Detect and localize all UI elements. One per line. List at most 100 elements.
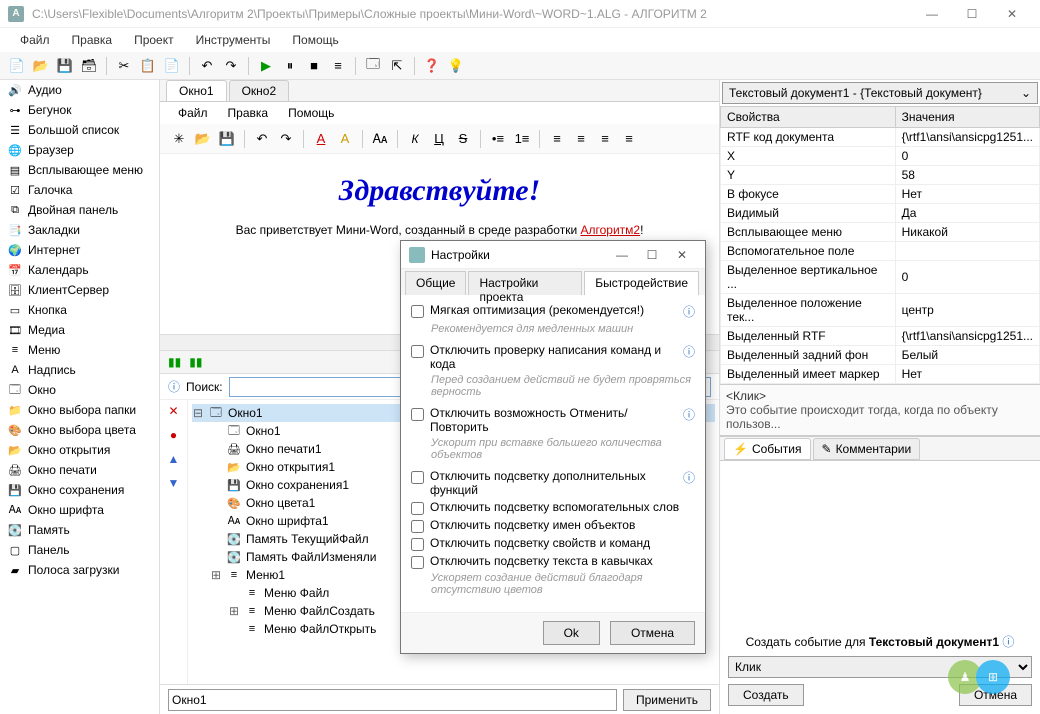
palette-item[interactable]: 🗄КлиентСервер xyxy=(0,280,159,300)
option-checkbox[interactable] xyxy=(411,305,424,318)
prop-value[interactable]: центр xyxy=(895,294,1039,327)
doc-new-icon[interactable]: ✳ xyxy=(168,128,190,150)
marker-icon-2[interactable]: ▮▮ xyxy=(189,355,202,369)
palette-item[interactable]: AНадпись xyxy=(0,360,159,380)
palette-item[interactable]: 💾Окно сохранения xyxy=(0,480,159,500)
help-icon[interactable]: ⓘ xyxy=(683,469,695,486)
paste-icon[interactable]: 📄 xyxy=(161,55,183,77)
dialog-maximize-button[interactable]: ☐ xyxy=(637,248,667,262)
palette-item[interactable]: 🎨Окно выбора цвета xyxy=(0,420,159,440)
property-row[interactable]: X0 xyxy=(721,147,1040,166)
option-checkbox[interactable] xyxy=(411,408,424,421)
list-icon[interactable]: ≡ xyxy=(327,55,349,77)
help-icon[interactable]: ❓ xyxy=(421,55,443,77)
option-checkbox[interactable] xyxy=(411,538,424,551)
tab-comments[interactable]: ✎Комментарии xyxy=(813,438,921,460)
menu-Проект[interactable]: Проект xyxy=(124,31,184,49)
prop-value[interactable]: Нет xyxy=(895,185,1039,204)
palette-item[interactable]: 🖨Окно печати xyxy=(0,460,159,480)
option-checkbox[interactable] xyxy=(411,471,424,484)
prop-value[interactable]: {\rtf1\ansi\ansicpg1251... xyxy=(895,128,1039,147)
expand-icon[interactable]: ⊟ xyxy=(192,406,204,420)
option-checkbox[interactable] xyxy=(411,502,424,515)
prop-value[interactable]: {\rtf1\ansi\ansicpg1251... xyxy=(895,327,1039,346)
property-row[interactable]: Выделенный задний фонБелый xyxy=(721,346,1040,365)
option-checkbox[interactable] xyxy=(411,556,424,569)
align-right-icon[interactable]: ≡ xyxy=(594,128,616,150)
object-selector-combo[interactable]: Текстовый документ1 - {Текстовый докумен… xyxy=(722,82,1038,104)
dialog-tab-general[interactable]: Общие xyxy=(405,271,466,295)
property-row[interactable]: Всплывающее менюНикакой xyxy=(721,223,1040,242)
dialog-tab-project[interactable]: Настройки проекта xyxy=(468,271,582,295)
cut-icon[interactable]: ✂ xyxy=(113,55,135,77)
help-icon[interactable]: ⓘ xyxy=(1002,635,1014,649)
palette-item[interactable]: 🌐Браузер xyxy=(0,140,159,160)
option-checkbox[interactable] xyxy=(411,520,424,533)
palette-item[interactable]: ▭Кнопка xyxy=(0,300,159,320)
help-icon[interactable]: ⓘ xyxy=(683,303,695,320)
tab-events[interactable]: ⚡События xyxy=(724,438,811,460)
run-icon[interactable]: ▶ xyxy=(255,55,277,77)
gutter-icon[interactable]: ● xyxy=(170,428,177,442)
export-icon[interactable]: ⇱ xyxy=(386,55,408,77)
dialog-titlebar[interactable]: Настройки ― ☐ ✕ xyxy=(401,241,705,269)
apply-button[interactable]: Применить xyxy=(623,689,711,711)
palette-item[interactable]: ⊶Бегунок xyxy=(0,100,159,120)
palette-item[interactable]: 📅Календарь xyxy=(0,260,159,280)
help-icon[interactable]: ⓘ xyxy=(683,406,695,423)
palette-item[interactable]: ▢Панель xyxy=(0,540,159,560)
prop-value[interactable]: 0 xyxy=(895,147,1039,166)
option-checkbox[interactable] xyxy=(411,345,424,358)
strike-icon[interactable]: S xyxy=(452,128,474,150)
open-icon[interactable]: 📂 xyxy=(30,55,52,77)
prop-value[interactable]: Белый xyxy=(895,346,1039,365)
palette-item[interactable]: 🗛Окно шрифта xyxy=(0,500,159,520)
prop-value[interactable]: 58 xyxy=(895,166,1039,185)
dialog-minimize-button[interactable]: ― xyxy=(607,248,637,262)
gutter-icon[interactable]: ▲ xyxy=(168,452,180,466)
underline-icon[interactable]: Ц xyxy=(428,128,450,150)
property-row[interactable]: Вспомогательное поле xyxy=(721,242,1040,261)
maximize-button[interactable]: ☐ xyxy=(952,0,992,28)
property-row[interactable]: Выделенное вертикальное ...0 xyxy=(721,261,1040,294)
pause-icon[interactable]: ⏸ xyxy=(279,55,301,77)
info-icon[interactable]: ⓘ xyxy=(168,378,180,395)
palette-item[interactable]: ≡Меню xyxy=(0,340,159,360)
palette-item[interactable]: ▤Всплывающее меню xyxy=(0,160,159,180)
gutter-icon[interactable]: ▼ xyxy=(168,476,180,490)
dialog-close-button[interactable]: ✕ xyxy=(667,248,697,262)
bold-icon[interactable]: К xyxy=(404,128,426,150)
property-row[interactable]: Выделенный имеет маркерНет xyxy=(721,365,1040,384)
palette-item[interactable]: 🗔Окно xyxy=(0,380,159,400)
saveall-icon[interactable]: 🗃 xyxy=(78,55,100,77)
doc-open-icon[interactable]: 📂 xyxy=(192,128,214,150)
font-icon[interactable]: 🗛 xyxy=(369,128,391,150)
stop-icon[interactable]: ■ xyxy=(303,55,325,77)
align-justify-icon[interactable]: ≡ xyxy=(618,128,640,150)
property-row[interactable]: Выделенное положение тек...центр xyxy=(721,294,1040,327)
property-row[interactable]: ВидимыйДа xyxy=(721,204,1040,223)
create-event-button[interactable]: Создать xyxy=(728,684,804,706)
doc-undo-icon[interactable]: ↶ xyxy=(251,128,273,150)
align-center-icon[interactable]: ≡ xyxy=(570,128,592,150)
dialog-ok-button[interactable]: Ok xyxy=(543,621,600,645)
window-tab[interactable]: Окно1 xyxy=(166,80,227,101)
property-row[interactable]: RTF код документа{\rtf1\ansi\ansicpg1251… xyxy=(721,128,1040,147)
prop-value[interactable] xyxy=(895,242,1039,261)
menu-Инструменты[interactable]: Инструменты xyxy=(186,31,281,49)
close-button[interactable]: ✕ xyxy=(992,0,1032,28)
dialog-cancel-button[interactable]: Отмена xyxy=(610,621,695,645)
object-name-input[interactable] xyxy=(168,689,617,711)
doc-menu-item[interactable]: Файл xyxy=(170,104,216,122)
window-icon[interactable]: 🗔 xyxy=(362,55,384,77)
palette-item[interactable]: ⧉Двойная панель xyxy=(0,200,159,220)
marker-icon[interactable]: ▮▮ xyxy=(168,355,181,369)
dialog-tab-performance[interactable]: Быстродействие xyxy=(584,271,699,295)
prop-value[interactable]: Нет xyxy=(895,365,1039,384)
menu-Файл[interactable]: Файл xyxy=(10,31,60,49)
component-palette[interactable]: 🔊Аудио⊶Бегунок☰Большой список🌐Браузер▤Вс… xyxy=(0,80,160,714)
palette-item[interactable]: 📂Окно открытия xyxy=(0,440,159,460)
palette-item[interactable]: ☰Большой список xyxy=(0,120,159,140)
doc-redo-icon[interactable]: ↷ xyxy=(275,128,297,150)
redo-icon[interactable]: ↷ xyxy=(220,55,242,77)
